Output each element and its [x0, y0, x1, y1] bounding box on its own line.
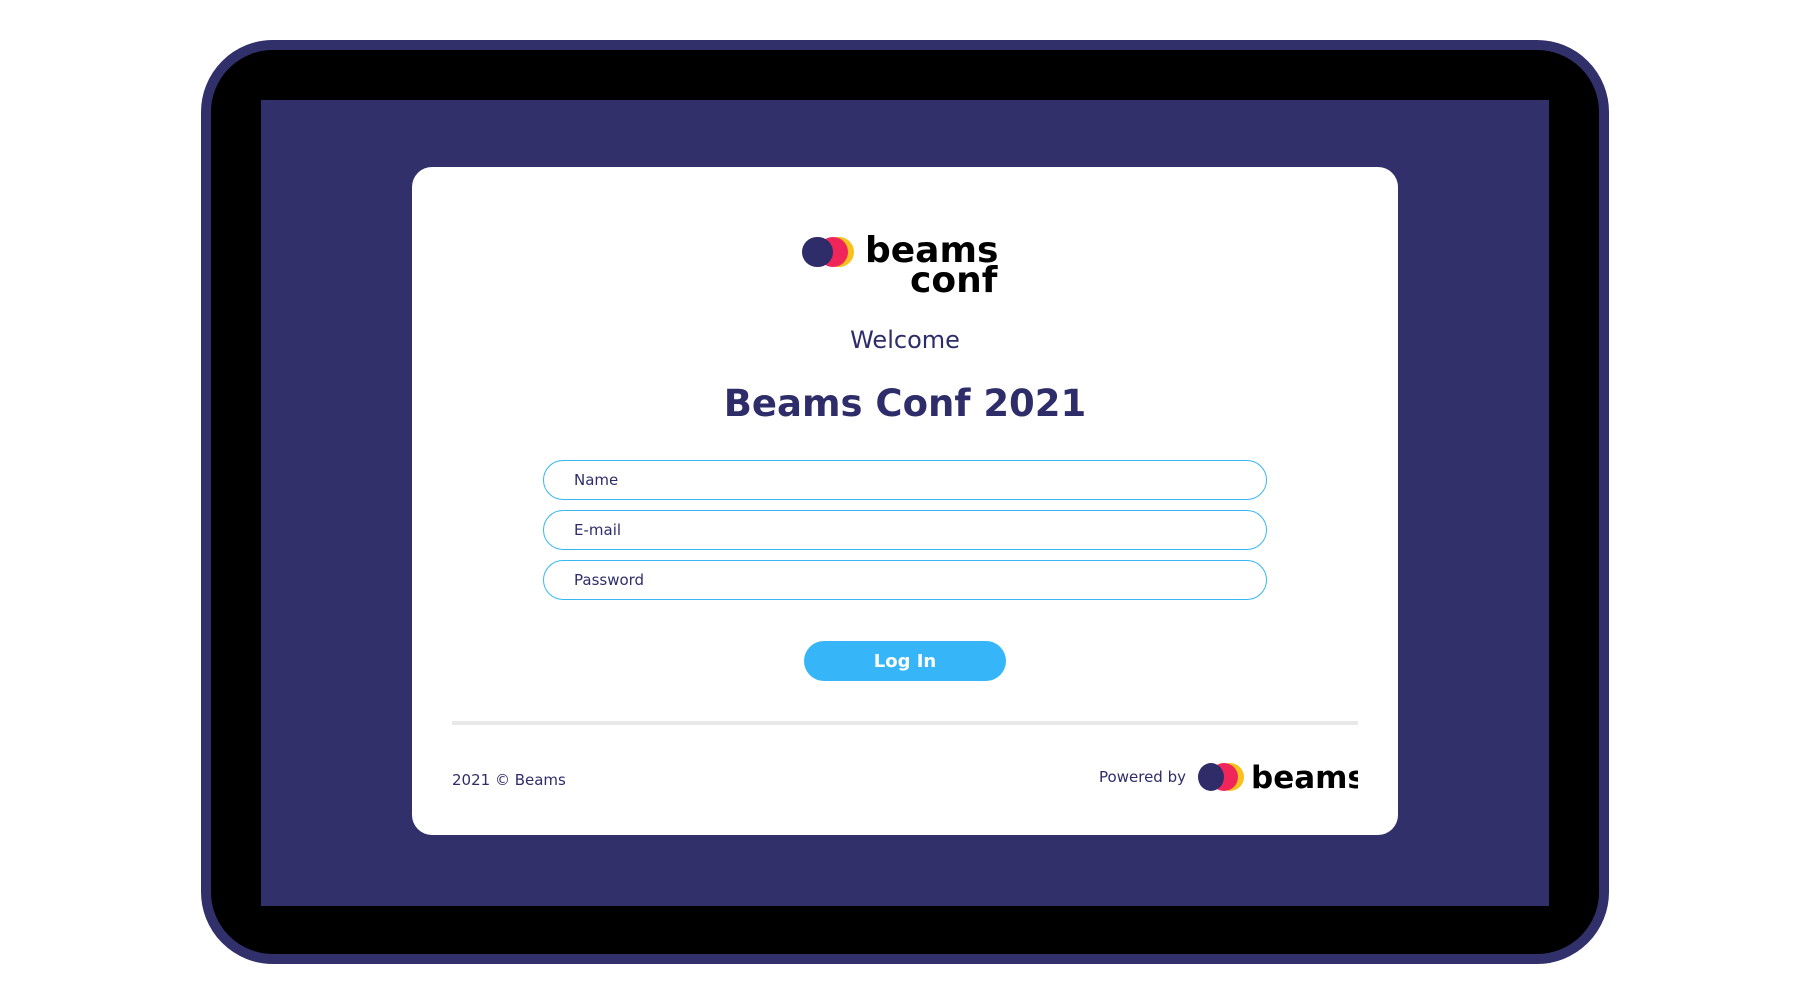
- name-input[interactable]: [544, 461, 1266, 499]
- footer-logo-text: beams: [1251, 760, 1358, 794]
- page-title: Beams Conf 2021: [723, 382, 1087, 425]
- beams-footer-logo[interactable]: beams: [1198, 760, 1358, 794]
- login-button[interactable]: Log In: [804, 641, 1006, 681]
- footer-divider: [452, 721, 1358, 725]
- password-field[interactable]: [543, 560, 1267, 600]
- welcome-text: Welcome: [850, 326, 960, 354]
- powered-by: Powered by beams: [1099, 760, 1358, 794]
- logo-navy-pill: [802, 237, 833, 267]
- powered-by-label: Powered by: [1099, 768, 1186, 786]
- beams-conf-logo: beams conf: [802, 222, 1012, 301]
- footer-logo-navy-pill: [1198, 763, 1224, 791]
- beams-conf-logo-graphic: beams conf: [802, 230, 998, 301]
- name-field[interactable]: [543, 460, 1267, 500]
- password-input[interactable]: [544, 561, 1266, 599]
- email-input[interactable]: [544, 511, 1266, 549]
- logo-conf-text: conf: [910, 260, 998, 297]
- copyright-text: 2021 © Beams: [452, 771, 566, 789]
- login-card: beams conf Welcome Beams Conf 2021 Log I…: [412, 167, 1398, 835]
- email-field[interactable]: [543, 510, 1267, 550]
